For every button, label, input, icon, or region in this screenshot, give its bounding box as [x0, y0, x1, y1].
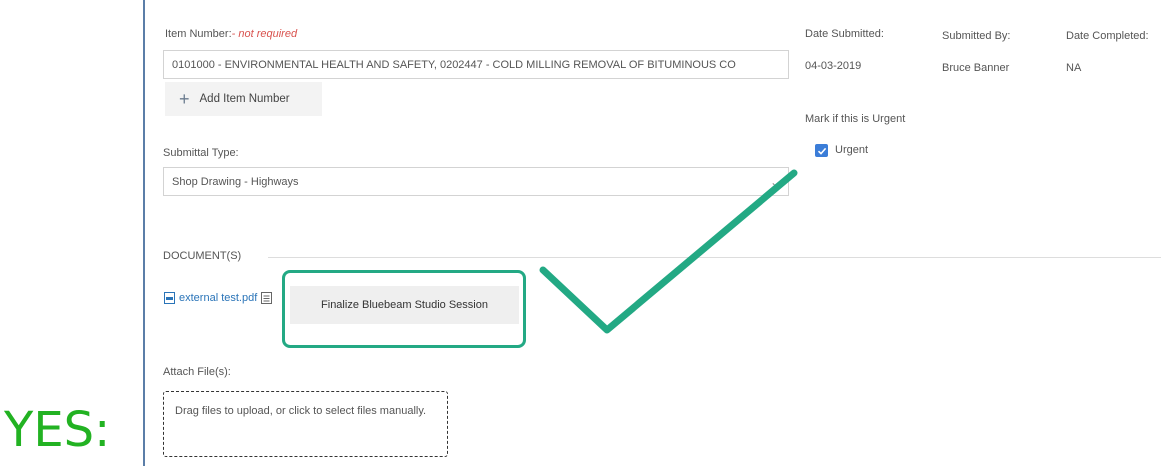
file-dropzone[interactable]: Drag files to upload, or click to select…	[163, 391, 448, 457]
documents-section-label: DOCUMENT(S)	[163, 250, 242, 262]
not-required-note: - not required	[231, 28, 298, 40]
item-number-label: Item Number:- not required	[165, 28, 298, 40]
date-submitted-value: 04-03-2019	[805, 60, 862, 72]
date-completed-value: NA	[1066, 62, 1082, 74]
pdf-icon	[164, 292, 175, 304]
verdict-label: YES:	[4, 402, 111, 458]
pdf-file-name: external test.pdf	[179, 292, 258, 304]
submittal-type-value: Shop Drawing - Highways	[172, 175, 299, 188]
attach-files-label: Attach File(s):	[163, 366, 231, 378]
checkmark-icon	[817, 147, 826, 155]
highlight-box	[282, 270, 526, 348]
item-number-value: 0101000 - ENVIRONMENTAL HEALTH AND SAFET…	[172, 58, 736, 71]
urgent-section-label: Mark if this is Urgent	[805, 113, 906, 125]
submittal-type-label: Submittal Type:	[163, 147, 239, 159]
submitted-by-label: Submitted By:	[942, 30, 1011, 42]
date-submitted-label: Date Submitted:	[805, 28, 884, 40]
urgent-checkbox[interactable]	[815, 144, 828, 157]
plus-icon: +	[179, 89, 190, 109]
submitted-by-value: Bruce Banner	[942, 62, 1010, 74]
pdf-file-link[interactable]: external test.pdf	[164, 292, 273, 304]
add-item-number-label: Add Item Number	[199, 93, 290, 105]
date-completed-label: Date Completed:	[1066, 30, 1149, 42]
document-icon[interactable]	[261, 292, 273, 304]
item-number-field[interactable]: 0101000 - ENVIRONMENTAL HEALTH AND SAFET…	[163, 50, 789, 79]
checkmark-annotation-icon	[539, 169, 798, 334]
add-item-number-button[interactable]: + Add Item Number	[165, 82, 322, 116]
urgent-checkbox-label: Urgent	[835, 144, 869, 156]
